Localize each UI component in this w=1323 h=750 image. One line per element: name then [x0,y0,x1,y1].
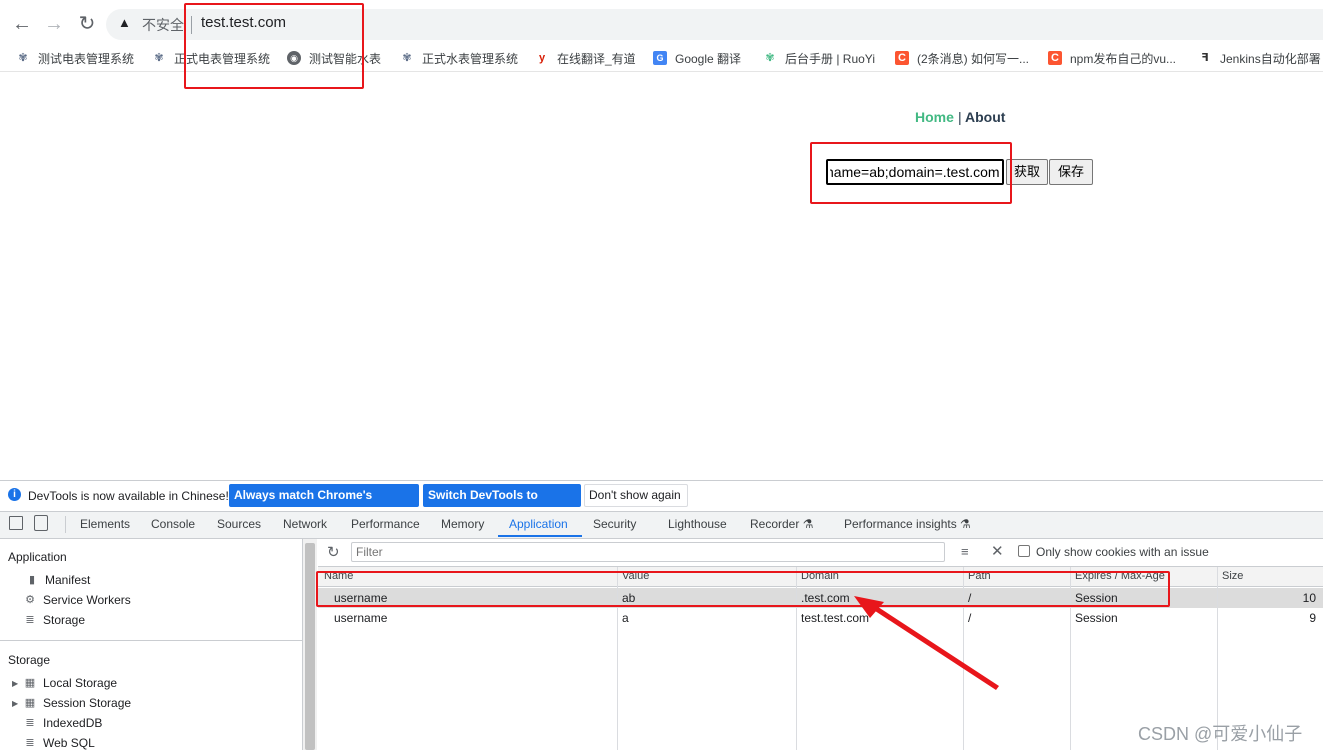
watermark: CSDN @可爱小仙子 [1138,724,1303,744]
annotation-arrow [854,596,999,690]
arrow-head [854,596,884,618]
arrow-shaft [866,601,999,690]
